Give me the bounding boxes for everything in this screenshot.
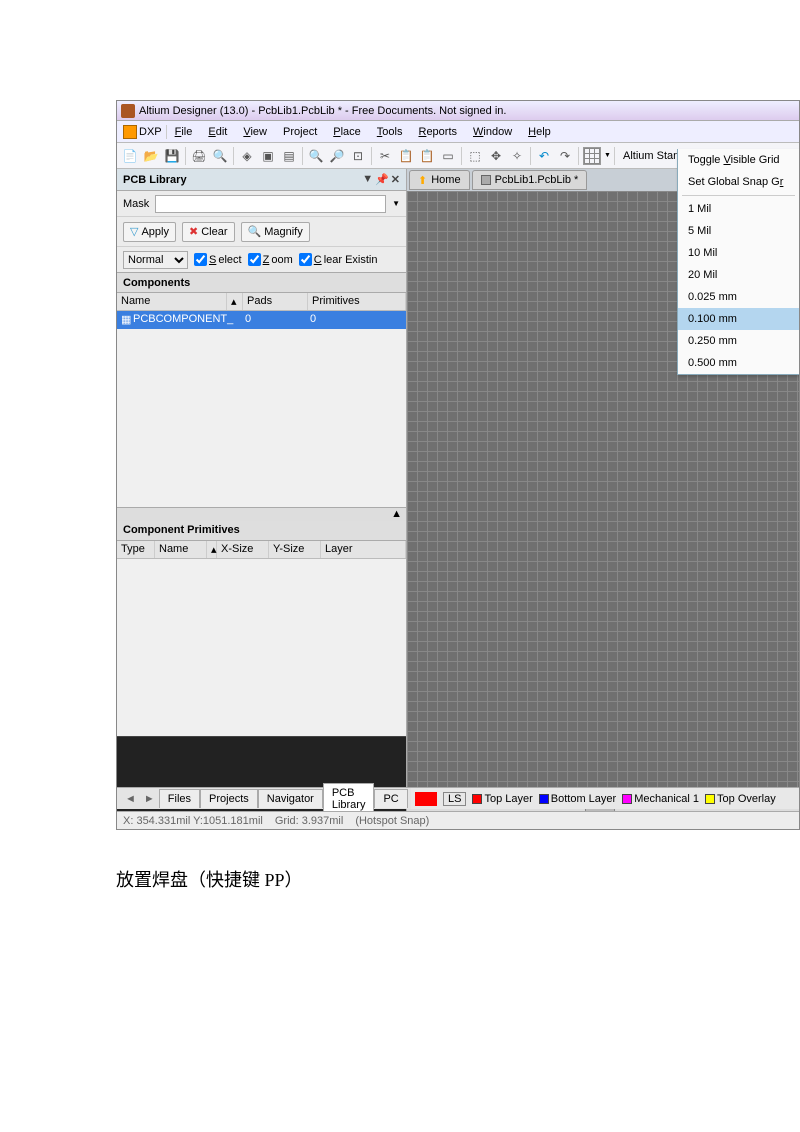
title-bar: Altium Designer (13.0) - PcbLib1.PcbLib … [117, 101, 799, 121]
panel-header: PCB Library ▼📌✕ [117, 169, 406, 191]
menu-help[interactable]: Help [520, 124, 559, 140]
mask-mode-select[interactable]: Normal [123, 251, 188, 269]
menu-view[interactable]: View [235, 124, 275, 140]
btab-pcblib[interactable]: PCB Library [323, 783, 375, 814]
mask-dropdown-icon[interactable]: ▼ [392, 199, 400, 208]
cross-icon[interactable]: ✧ [508, 147, 526, 165]
menu-reports[interactable]: Reports [410, 124, 465, 140]
new-icon[interactable]: 📄 [121, 147, 139, 165]
menu-set-global[interactable]: Set Global Snap Gr [678, 171, 799, 193]
menu-0250mm[interactable]: 0.250 mm [678, 330, 799, 352]
app-icon [121, 104, 135, 118]
rect-icon[interactable]: ▭ [439, 147, 457, 165]
tabs-right-icon[interactable]: ► [140, 793, 159, 805]
menu-1mil[interactable]: 1 Mil [678, 198, 799, 220]
cut-icon[interactable]: ✂ [376, 147, 394, 165]
panel-pin-icon[interactable]: 📌 [375, 173, 389, 186]
splitter-icon[interactable]: ▲ [117, 507, 406, 521]
btab-navigator[interactable]: Navigator [258, 789, 323, 808]
grid-dropdown-menu: Toggle Visible Grid Set Global Snap Gr 1… [677, 149, 800, 375]
move-icon[interactable]: ✥ [487, 147, 505, 165]
layer-mech[interactable]: Mechanical 1 [622, 793, 699, 805]
status-coord: X: 354.331mil Y:1051.181mil [123, 815, 263, 827]
menu-0500mm[interactable]: 0.500 mm [678, 352, 799, 374]
redo-icon[interactable]: ↷ [556, 147, 574, 165]
doc-icon [481, 175, 491, 185]
btab-projects[interactable]: Projects [200, 789, 258, 808]
menu-toggle-grid[interactable]: Toggle Visible Grid [678, 149, 799, 171]
window-title: Altium Designer (13.0) - PcbLib1.PcbLib … [139, 105, 506, 117]
zoom-area-icon[interactable]: 🔍 [307, 147, 325, 165]
tool3-icon[interactable]: ▤ [280, 147, 298, 165]
zoom-fit-icon[interactable]: 🔎 [328, 147, 346, 165]
primitives-table-header: Type Name ▴ X-Size Y-Size Layer [117, 541, 406, 559]
menu-5mil[interactable]: 5 Mil [678, 220, 799, 242]
layer-bottom[interactable]: Bottom Layer [539, 793, 616, 805]
page-caption: 放置焊盘（快捷键 PP） [116, 866, 303, 892]
print-icon[interactable]: 🖨 [190, 147, 208, 165]
layer-current[interactable] [415, 792, 437, 806]
dxp-icon [123, 125, 137, 139]
zoom-checkbox[interactable]: Zoom [248, 253, 293, 266]
app-window: Altium Designer (13.0) - PcbLib1.PcbLib … [116, 100, 800, 830]
component-row[interactable]: ▦ PCBCOMPONENT_ 0 0 [117, 311, 406, 329]
menu-window[interactable]: Window [465, 124, 520, 140]
select-icon[interactable]: ⬚ [466, 147, 484, 165]
mask-input[interactable] [155, 195, 386, 213]
panel-menu-icon[interactable]: ▼ [362, 173, 373, 186]
grid-dropdown-icon[interactable]: ▼ [604, 152, 610, 159]
save-icon[interactable]: 💾 [163, 147, 181, 165]
copy-icon[interactable]: 📋 [397, 147, 415, 165]
status-grid: Grid: 3.937mil [275, 815, 343, 827]
layer-ls[interactable]: LS [443, 792, 466, 806]
tab-home[interactable]: ⬆Home [409, 170, 470, 190]
layer-tabs: LS Top Layer Bottom Layer Mechanical 1 T… [411, 787, 799, 809]
tool-icon[interactable]: ◈ [238, 147, 256, 165]
layer-top[interactable]: Top Layer [472, 793, 532, 805]
open-icon[interactable]: 📂 [142, 147, 160, 165]
paste-icon[interactable]: 📋 [418, 147, 436, 165]
components-table-header: Name ▴ Pads Primitives [117, 293, 406, 311]
zoom-sel-icon[interactable]: ⊡ [349, 147, 367, 165]
menu-place[interactable]: Place [325, 124, 369, 140]
components-section: Components [117, 273, 406, 293]
btab-pc[interactable]: PC [374, 789, 407, 808]
undo-icon[interactable]: ↶ [535, 147, 553, 165]
magnify-button[interactable]: 🔍Magnify [241, 222, 310, 242]
pcb-library-panel: PCB Library ▼📌✕ Mask ▼ ▽Apply ✖Clear 🔍Ma… [117, 169, 407, 811]
preview-icon[interactable]: 🔍 [211, 147, 229, 165]
apply-button[interactable]: ▽Apply [123, 222, 176, 242]
layer-overlay[interactable]: Top Overlay [705, 793, 776, 805]
status-snap: (Hotspot Snap) [355, 815, 429, 827]
menu-bar: DXP File Edit View Project Place Tools R… [117, 121, 799, 143]
clear-existing-checkbox[interactable]: Clear Existin [299, 253, 378, 266]
menu-20mil[interactable]: 20 Mil [678, 264, 799, 286]
tab-pcblib[interactable]: PcbLib1.PcbLib * [472, 170, 588, 190]
menu-edit[interactable]: Edit [200, 124, 235, 140]
select-checkbox[interactable]: Select [194, 253, 242, 266]
menu-project[interactable]: Project [275, 124, 325, 140]
btab-files[interactable]: Files [159, 789, 200, 808]
bottom-tabs: ◄ ► Files Projects Navigator PCB Library… [117, 787, 411, 809]
grid-icon[interactable] [583, 147, 601, 165]
primitives-section: Component Primitives [117, 521, 406, 541]
menu-10mil[interactable]: 10 Mil [678, 242, 799, 264]
tabs-left-icon[interactable]: ◄ [121, 793, 140, 805]
menu-0025mm[interactable]: 0.025 mm [678, 286, 799, 308]
clear-button[interactable]: ✖Clear [182, 222, 235, 242]
mask-label: Mask [123, 198, 149, 210]
menu-tools[interactable]: Tools [369, 124, 411, 140]
menu-dxp[interactable]: DXP [119, 125, 167, 139]
menu-file[interactable]: File [167, 124, 201, 140]
panel-close-icon[interactable]: ✕ [391, 173, 400, 186]
status-bar: X: 354.331mil Y:1051.181mil Grid: 3.937m… [117, 811, 799, 829]
tool2-icon[interactable]: ▣ [259, 147, 277, 165]
menu-0100mm[interactable]: 0.100 mm [678, 308, 799, 330]
